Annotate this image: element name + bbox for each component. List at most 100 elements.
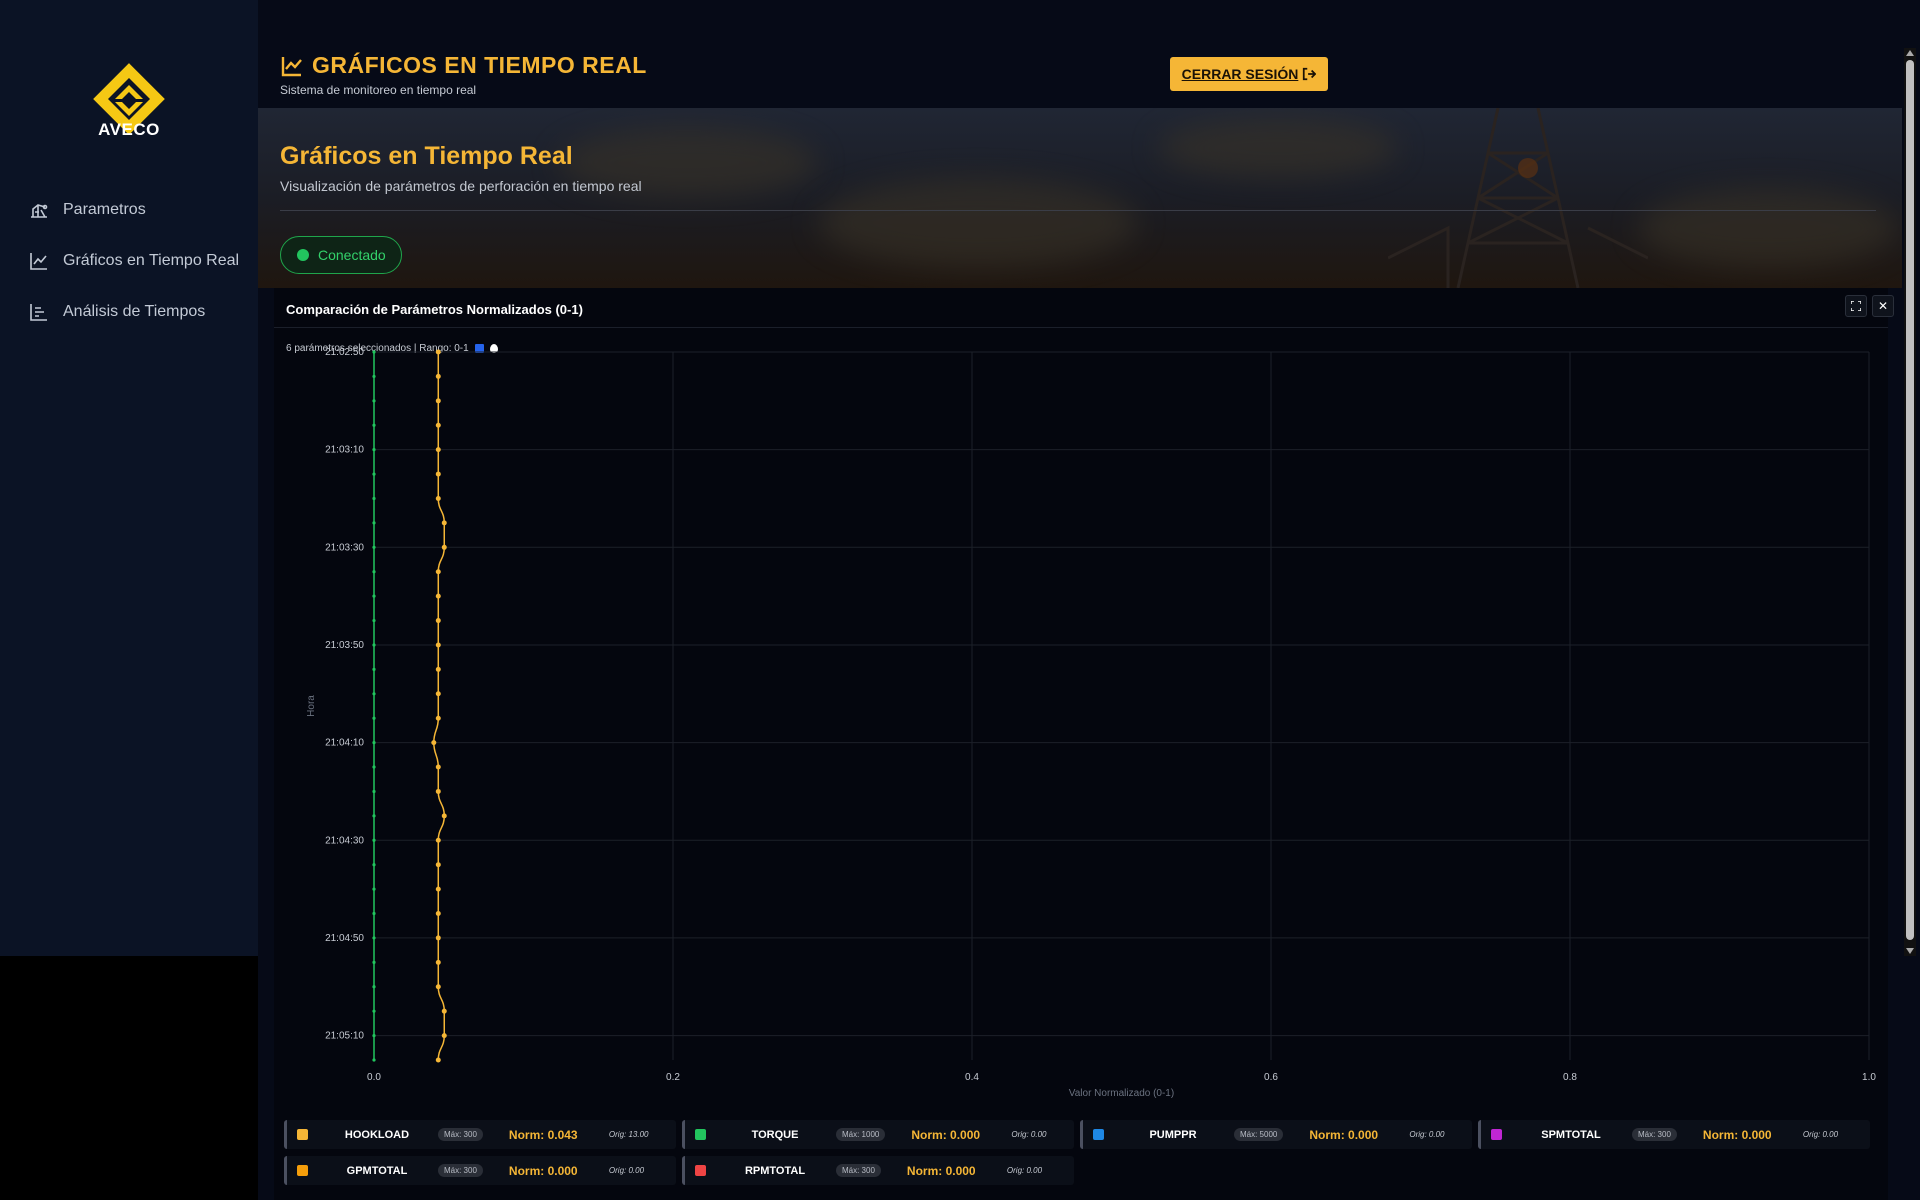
legend-swatch	[1491, 1129, 1502, 1140]
data-point-hookload	[435, 447, 441, 453]
sidebar-item-label: Análisis de Tiempos	[63, 302, 206, 320]
legend-max-badge: Máx: 300	[1632, 1128, 1677, 1141]
logout-button[interactable]: CERRAR SESIÓN	[1170, 57, 1328, 91]
sidebar-item-parametros[interactable]: Parametros	[0, 184, 258, 235]
data-point-hookload	[435, 788, 441, 794]
header-title: GRÁFICOS EN TIEMPO REAL	[280, 52, 647, 79]
data-point-torque	[372, 1058, 376, 1062]
y-tick-label: 21:03:30	[325, 542, 364, 553]
scroll-down-icon[interactable]	[1906, 948, 1914, 954]
data-point-hookload	[435, 886, 441, 892]
close-panel-button[interactable]: ✕	[1872, 295, 1894, 317]
legend-item-gpmtotal[interactable]: GPMTOTAL Máx: 300 Norm: 0.000 Orig: 0.00	[284, 1156, 676, 1185]
expand-icon	[1851, 301, 1861, 311]
legend-max-badge: Máx: 5000	[1234, 1128, 1284, 1141]
data-point-hookload	[435, 373, 441, 379]
chart-panel-header: Comparación de Parámetros Normalizados (…	[274, 288, 1894, 328]
x-tick-label: 0.6	[1264, 1072, 1278, 1083]
data-point-hookload	[441, 520, 447, 526]
legend-name: SPMTOTAL	[1541, 1128, 1601, 1141]
x-tick-label: 0.4	[965, 1072, 979, 1083]
data-point-torque	[372, 667, 376, 671]
line-chart-icon	[28, 250, 50, 272]
legend-swatch	[297, 1129, 308, 1140]
data-point-hookload	[435, 471, 441, 477]
data-point-hookload	[435, 837, 441, 843]
data-point-hookload	[435, 618, 441, 624]
data-point-hookload	[441, 544, 447, 550]
data-point-torque	[372, 1033, 376, 1038]
legend-item-pumppr[interactable]: PUMPPR Máx: 5000 Norm: 0.000 Orig: 0.00	[1080, 1120, 1472, 1149]
sidebar: AVECO Parametros Gráficos en Tiempo Real…	[0, 0, 258, 956]
page-subtitle: Visualización de parámetros de perforaci…	[280, 178, 642, 194]
legend-norm-value: Norm: 0.000	[508, 1163, 578, 1178]
status-text: Conectado	[318, 247, 386, 263]
y-tick-label: 21:03:10	[325, 445, 364, 456]
data-point-hookload	[435, 715, 441, 721]
data-point-torque	[372, 814, 376, 818]
legend-item-hookload[interactable]: HOOKLOAD Máx: 300 Norm: 0.043 Orig: 13.00	[284, 1120, 676, 1149]
legend-norm-value: Norm: 0.000	[1702, 1127, 1772, 1142]
main-content: GRÁFICOS EN TIEMPO REAL Sistema de monit…	[258, 0, 1920, 1200]
data-point-hookload	[435, 935, 441, 941]
data-point-hookload	[435, 862, 441, 868]
scroll-thumb[interactable]	[1906, 60, 1914, 940]
data-point-torque	[372, 399, 376, 403]
x-tick-label: 0.8	[1563, 1072, 1577, 1083]
data-point-hookload	[435, 984, 441, 990]
x-axis-label: Valor Normalizado (0-1)	[1069, 1088, 1174, 1099]
y-tick-label: 21:04:10	[325, 738, 364, 749]
legend-orig-value: Orig: 0.00	[608, 1166, 645, 1175]
fullscreen-button[interactable]	[1845, 295, 1867, 317]
data-point-torque	[372, 496, 376, 501]
data-point-hookload	[435, 666, 441, 672]
sidebar-item-analisis[interactable]: Análisis de Tiempos	[0, 286, 258, 337]
legend-swatch	[1093, 1129, 1104, 1140]
header-subtitle: Sistema de monitoreo en tiempo real	[280, 83, 477, 97]
data-point-torque	[372, 618, 376, 623]
data-point-torque	[372, 350, 376, 354]
legend-norm-value: Norm: 0.043	[508, 1127, 578, 1142]
chart-panel: Comparación de Parámetros Normalizados (…	[274, 288, 1894, 1200]
data-point-torque	[372, 936, 376, 940]
legend-item-rpmtotal[interactable]: RPMTOTAL Máx: 300 Norm: 0.000 Orig: 0.00	[682, 1156, 1074, 1185]
data-point-torque	[372, 423, 376, 427]
legend-norm-value: Norm: 0.000	[911, 1127, 981, 1142]
page-scrollbar[interactable]	[1904, 48, 1916, 956]
data-point-torque	[372, 789, 376, 794]
top-bar: GRÁFICOS EN TIEMPO REAL Sistema de monit…	[258, 0, 1902, 108]
data-point-hookload	[435, 349, 441, 355]
legend-swatch	[297, 1165, 308, 1176]
data-point-hookload	[435, 398, 441, 404]
legend-orig-value: Orig: 0.00	[1006, 1166, 1043, 1175]
legend-name: RPMTOTAL	[744, 1164, 806, 1177]
scroll-up-icon[interactable]	[1906, 50, 1914, 56]
legend-orig-value: Orig: 0.00	[1802, 1130, 1839, 1139]
legend-item-spmtotal[interactable]: SPMTOTAL Máx: 300 Norm: 0.000 Orig: 0.00	[1478, 1120, 1870, 1149]
legend-item-torque[interactable]: TORQUE Máx: 1000 Norm: 0.000 Orig: 0.00	[682, 1120, 1074, 1149]
y-tick-label: 21:03:50	[325, 640, 364, 651]
y-axis-label: Hora	[306, 695, 317, 717]
data-point-torque	[372, 863, 376, 867]
sidebar-item-graficos[interactable]: Gráficos en Tiempo Real	[0, 235, 258, 286]
data-point-torque	[372, 985, 376, 989]
data-point-hookload	[435, 1057, 441, 1063]
sidebar-item-label: Gráficos en Tiempo Real	[63, 251, 240, 269]
data-point-hookload	[435, 764, 441, 770]
data-point-hookload	[441, 813, 447, 819]
close-icon: ✕	[1877, 299, 1889, 313]
legend-name: HOOKLOAD	[344, 1128, 410, 1141]
series-line-hookload	[433, 352, 446, 1061]
chart-legend: HOOKLOAD Máx: 300 Norm: 0.043 Orig: 13.00 TO…	[284, 1120, 1884, 1190]
data-point-hookload	[435, 691, 441, 697]
data-point-torque	[372, 545, 376, 549]
normalized-parameters-chart: 0.0 0.2 0.4 0.6 0.8 1.0 21:02:50 21:03:10 21:03:…	[306, 348, 1876, 1099]
legend-name: TORQUE	[751, 1128, 799, 1141]
legend-norm-value: Norm: 0.000	[906, 1163, 976, 1178]
logo-text: AVECO	[98, 120, 160, 139]
data-point-torque	[372, 716, 376, 720]
data-point-hookload	[441, 1008, 447, 1014]
data-point-hookload	[435, 569, 441, 575]
status-dot-icon	[297, 249, 309, 261]
legend-name: PUMPPR	[1149, 1128, 1197, 1141]
